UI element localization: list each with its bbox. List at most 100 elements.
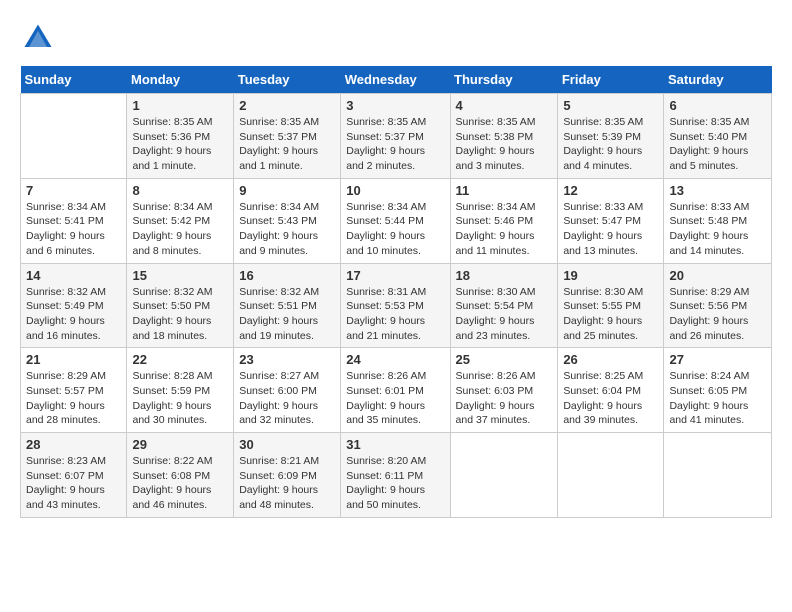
weekday-header-row: SundayMondayTuesdayWednesdayThursdayFrid…: [21, 66, 772, 94]
day-number: 14: [26, 268, 121, 283]
day-info: Sunrise: 8:32 AM Sunset: 5:50 PM Dayligh…: [132, 285, 228, 344]
calendar-cell: 20 Sunrise: 8:29 AM Sunset: 5:56 PM Dayli…: [664, 263, 772, 348]
calendar-cell: 30 Sunrise: 8:21 AM Sunset: 6:09 PM Dayli…: [234, 433, 341, 518]
calendar-week-row: 28 Sunrise: 8:23 AM Sunset: 6:07 PM Dayli…: [21, 433, 772, 518]
day-number: 21: [26, 352, 121, 367]
day-number: 10: [346, 183, 444, 198]
day-info: Sunrise: 8:35 AM Sunset: 5:36 PM Dayligh…: [132, 115, 228, 174]
day-info: Sunrise: 8:35 AM Sunset: 5:38 PM Dayligh…: [456, 115, 553, 174]
calendar-cell: 7 Sunrise: 8:34 AM Sunset: 5:41 PM Daylig…: [21, 178, 127, 263]
day-info: Sunrise: 8:20 AM Sunset: 6:11 PM Dayligh…: [346, 454, 444, 513]
calendar-cell: 24 Sunrise: 8:26 AM Sunset: 6:01 PM Dayli…: [341, 348, 450, 433]
day-number: 27: [669, 352, 766, 367]
calendar-cell: 8Sunrise: 8:34 AM Sunset: 5:42 PM Daylig…: [127, 178, 234, 263]
calendar-cell: 6 Sunrise: 8:35 AM Sunset: 5:40 PM Daylig…: [664, 94, 772, 179]
calendar-cell: 13 Sunrise: 8:33 AM Sunset: 5:48 PM Dayli…: [664, 178, 772, 263]
weekday-header: Thursday: [450, 66, 558, 94]
calendar-cell: [450, 433, 558, 518]
day-info: Sunrise: 8:27 AM Sunset: 6:00 PM Dayligh…: [239, 369, 335, 428]
calendar-cell: 15 Sunrise: 8:32 AM Sunset: 5:50 PM Dayli…: [127, 263, 234, 348]
day-info: Sunrise: 8:34 AM Sunset: 5:41 PM Dayligh…: [26, 200, 121, 259]
calendar-cell: [664, 433, 772, 518]
day-info: Sunrise: 8:24 AM Sunset: 6:05 PM Dayligh…: [669, 369, 766, 428]
day-number: 11: [456, 183, 553, 198]
day-number: 18: [456, 268, 553, 283]
day-number: 2: [239, 98, 335, 113]
day-number: 6: [669, 98, 766, 113]
calendar-cell: 14 Sunrise: 8:32 AM Sunset: 5:49 PM Dayli…: [21, 263, 127, 348]
day-info: Sunrise: 8:35 AM Sunset: 5:40 PM Dayligh…: [669, 115, 766, 174]
day-number: 29: [132, 437, 228, 452]
day-number: 17: [346, 268, 444, 283]
calendar-cell: 17 Sunrise: 8:31 AM Sunset: 5:53 PM Dayli…: [341, 263, 450, 348]
calendar-cell: 27 Sunrise: 8:24 AM Sunset: 6:05 PM Dayli…: [664, 348, 772, 433]
calendar-cell: 16 Sunrise: 8:32 AM Sunset: 5:51 PM Dayli…: [234, 263, 341, 348]
calendar-cell: 2Sunrise: 8:35 AM Sunset: 5:37 PM Daylig…: [234, 94, 341, 179]
calendar-week-row: 7 Sunrise: 8:34 AM Sunset: 5:41 PM Daylig…: [21, 178, 772, 263]
day-info: Sunrise: 8:30 AM Sunset: 5:54 PM Dayligh…: [456, 285, 553, 344]
weekday-header: Sunday: [21, 66, 127, 94]
weekday-header: Monday: [127, 66, 234, 94]
day-number: 22: [132, 352, 228, 367]
day-number: 15: [132, 268, 228, 283]
calendar-cell: 11Sunrise: 8:34 AM Sunset: 5:46 PM Dayli…: [450, 178, 558, 263]
day-number: 19: [563, 268, 658, 283]
day-info: Sunrise: 8:29 AM Sunset: 5:57 PM Dayligh…: [26, 369, 121, 428]
day-info: Sunrise: 8:22 AM Sunset: 6:08 PM Dayligh…: [132, 454, 228, 513]
day-info: Sunrise: 8:30 AM Sunset: 5:55 PM Dayligh…: [563, 285, 658, 344]
day-info: Sunrise: 8:34 AM Sunset: 5:43 PM Dayligh…: [239, 200, 335, 259]
day-number: 24: [346, 352, 444, 367]
day-number: 1: [132, 98, 228, 113]
day-info: Sunrise: 8:33 AM Sunset: 5:48 PM Dayligh…: [669, 200, 766, 259]
calendar-week-row: 21 Sunrise: 8:29 AM Sunset: 5:57 PM Dayli…: [21, 348, 772, 433]
day-info: Sunrise: 8:34 AM Sunset: 5:42 PM Dayligh…: [132, 200, 228, 259]
calendar-cell: 22 Sunrise: 8:28 AM Sunset: 5:59 PM Dayli…: [127, 348, 234, 433]
day-info: Sunrise: 8:21 AM Sunset: 6:09 PM Dayligh…: [239, 454, 335, 513]
day-info: Sunrise: 8:29 AM Sunset: 5:56 PM Dayligh…: [669, 285, 766, 344]
day-number: 20: [669, 268, 766, 283]
day-info: Sunrise: 8:32 AM Sunset: 5:49 PM Dayligh…: [26, 285, 121, 344]
calendar-week-row: 14 Sunrise: 8:32 AM Sunset: 5:49 PM Dayli…: [21, 263, 772, 348]
calendar-table: SundayMondayTuesdayWednesdayThursdayFrid…: [20, 66, 772, 518]
calendar-cell: 29 Sunrise: 8:22 AM Sunset: 6:08 PM Dayli…: [127, 433, 234, 518]
day-number: 9: [239, 183, 335, 198]
calendar-cell: 18 Sunrise: 8:30 AM Sunset: 5:54 PM Dayli…: [450, 263, 558, 348]
day-info: Sunrise: 8:31 AM Sunset: 5:53 PM Dayligh…: [346, 285, 444, 344]
day-info: Sunrise: 8:32 AM Sunset: 5:51 PM Dayligh…: [239, 285, 335, 344]
weekday-header: Friday: [558, 66, 664, 94]
day-info: Sunrise: 8:25 AM Sunset: 6:04 PM Dayligh…: [563, 369, 658, 428]
day-number: 16: [239, 268, 335, 283]
calendar-cell: 23Sunrise: 8:27 AM Sunset: 6:00 PM Dayli…: [234, 348, 341, 433]
day-number: 7: [26, 183, 121, 198]
calendar-cell: [558, 433, 664, 518]
calendar-cell: 12 Sunrise: 8:33 AM Sunset: 5:47 PM Dayli…: [558, 178, 664, 263]
calendar-cell: 31 Sunrise: 8:20 AM Sunset: 6:11 PM Dayli…: [341, 433, 450, 518]
weekday-header: Tuesday: [234, 66, 341, 94]
calendar-cell: 1 Sunrise: 8:35 AM Sunset: 5:36 PM Daylig…: [127, 94, 234, 179]
calendar-cell: 21 Sunrise: 8:29 AM Sunset: 5:57 PM Dayli…: [21, 348, 127, 433]
calendar-week-row: 1 Sunrise: 8:35 AM Sunset: 5:36 PM Daylig…: [21, 94, 772, 179]
day-info: Sunrise: 8:34 AM Sunset: 5:44 PM Dayligh…: [346, 200, 444, 259]
day-number: 25: [456, 352, 553, 367]
day-info: Sunrise: 8:26 AM Sunset: 6:01 PM Dayligh…: [346, 369, 444, 428]
calendar-cell: [21, 94, 127, 179]
day-info: Sunrise: 8:33 AM Sunset: 5:47 PM Dayligh…: [563, 200, 658, 259]
day-number: 28: [26, 437, 121, 452]
day-info: Sunrise: 8:26 AM Sunset: 6:03 PM Dayligh…: [456, 369, 553, 428]
day-number: 31: [346, 437, 444, 452]
calendar-cell: 5Sunrise: 8:35 AM Sunset: 5:39 PM Daylig…: [558, 94, 664, 179]
day-number: 3: [346, 98, 444, 113]
day-info: Sunrise: 8:35 AM Sunset: 5:39 PM Dayligh…: [563, 115, 658, 174]
calendar-cell: 4Sunrise: 8:35 AM Sunset: 5:38 PM Daylig…: [450, 94, 558, 179]
day-number: 13: [669, 183, 766, 198]
day-number: 12: [563, 183, 658, 198]
day-info: Sunrise: 8:35 AM Sunset: 5:37 PM Dayligh…: [346, 115, 444, 174]
calendar-cell: 25 Sunrise: 8:26 AM Sunset: 6:03 PM Dayli…: [450, 348, 558, 433]
day-number: 30: [239, 437, 335, 452]
day-info: Sunrise: 8:23 AM Sunset: 6:07 PM Dayligh…: [26, 454, 121, 513]
day-info: Sunrise: 8:28 AM Sunset: 5:59 PM Dayligh…: [132, 369, 228, 428]
logo-icon: [20, 20, 56, 56]
weekday-header: Saturday: [664, 66, 772, 94]
weekday-header: Wednesday: [341, 66, 450, 94]
calendar-cell: 19 Sunrise: 8:30 AM Sunset: 5:55 PM Dayli…: [558, 263, 664, 348]
